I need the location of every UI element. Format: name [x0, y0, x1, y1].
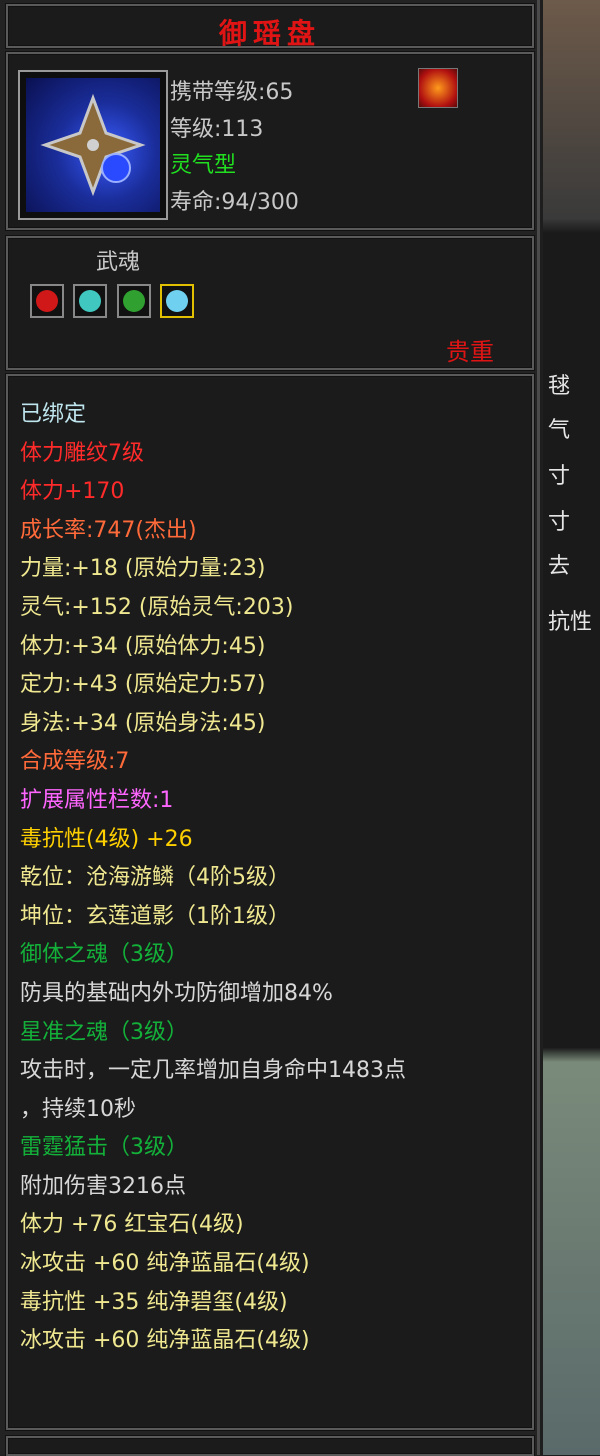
soul-gem-red-icon[interactable] [30, 284, 64, 318]
item-type: 灵气型 [170, 153, 237, 178]
detail-line: 御体之魂（3级） [20, 942, 188, 968]
phoenix-badge-icon [418, 68, 458, 108]
background-text: 抗性 [548, 610, 593, 635]
soul-gem-green-icon[interactable] [117, 284, 151, 318]
gem-orb [123, 290, 145, 312]
detail-line: 雷霆猛击（3级） [20, 1135, 188, 1161]
item-life: 寿命:94/300 [170, 190, 299, 215]
gem-orb [36, 290, 58, 312]
detail-line: 附加伤害3216点 [20, 1173, 186, 1199]
detail-line: 合成等级:7 [20, 749, 130, 775]
detail-line: 体力:+34 (原始体力:45) [20, 633, 266, 659]
item-tooltip-panel: 御瑶盘 携带等级:65 等级:113 灵气型 寿命:94/300 武魂 贵重 已… [0, 0, 540, 1456]
background-text: 寸 [548, 464, 571, 489]
gem-orb [166, 290, 188, 312]
detail-line: 防具的基础内外功防御增加84% [20, 980, 333, 1006]
detail-line: 毒抗性(4级) +26 [20, 826, 193, 852]
detail-line: 星准之魂（3级） [20, 1019, 188, 1045]
detail-line: 成长率:747(杰出) [20, 517, 197, 543]
item-details-list: 已绑定体力雕纹7级 体力+170 成长率:747(杰出) 力量:+18 (原始力量:2… [20, 396, 527, 1361]
detail-line: 体力雕纹7级 [20, 440, 144, 466]
detail-line: 定力:+43 (原始定力:57) [20, 672, 266, 698]
gem-orb [79, 290, 101, 312]
background-text: 气 [548, 418, 571, 443]
bottom-bar [6, 1436, 534, 1456]
detail-line: 毒抗性 +35 纯净碧玺(4级) [20, 1289, 288, 1315]
background-text: 毬 [548, 374, 571, 399]
background-text: 去 [548, 554, 571, 579]
soul-gem-cyan-icon[interactable] [73, 284, 107, 318]
item-icon-frame [18, 70, 168, 220]
detail-line: 冰攻击 +60 纯净蓝晶石(4级) [20, 1328, 310, 1354]
background-text: 寸 [548, 510, 571, 535]
item-level: 等级:113 [170, 117, 264, 142]
detail-line: ，持续10秒 [20, 1096, 136, 1122]
detail-line: 乾位：沧海游鳞（4阶5级） [20, 865, 290, 891]
detail-line: 已绑定 [20, 402, 87, 427]
detail-line: 身法:+34 (原始身法:45) [20, 710, 266, 736]
detail-line: 灵气:+152 (原始灵气:203) [20, 594, 294, 620]
detail-line: 体力+170 [20, 479, 125, 505]
background-game-scene [543, 0, 600, 1455]
rarity-label: 贵重 [446, 338, 494, 366]
detail-line: 冰攻击 +60 纯净蓝晶石(4级) [20, 1251, 310, 1277]
detail-line: 力量:+18 (原始力量:23) [20, 556, 266, 582]
detail-line: 坤位：玄莲道影（1阶1级） [20, 903, 290, 929]
detail-line: 扩展属性栏数:1 [20, 787, 174, 813]
soul-label: 武魂 [96, 250, 141, 275]
soul-gem-blue-icon[interactable] [160, 284, 194, 318]
detail-line: 体力 +76 红宝石(4级) [20, 1212, 244, 1238]
dart-weapon-icon [26, 78, 160, 212]
detail-line: 攻击时，一定几率增加自身命中1483点 [20, 1058, 406, 1084]
carry-level: 携带等级:65 [170, 80, 294, 105]
item-name: 御瑶盘 [218, 17, 321, 50]
title-bar: 御瑶盘 [6, 4, 534, 50]
